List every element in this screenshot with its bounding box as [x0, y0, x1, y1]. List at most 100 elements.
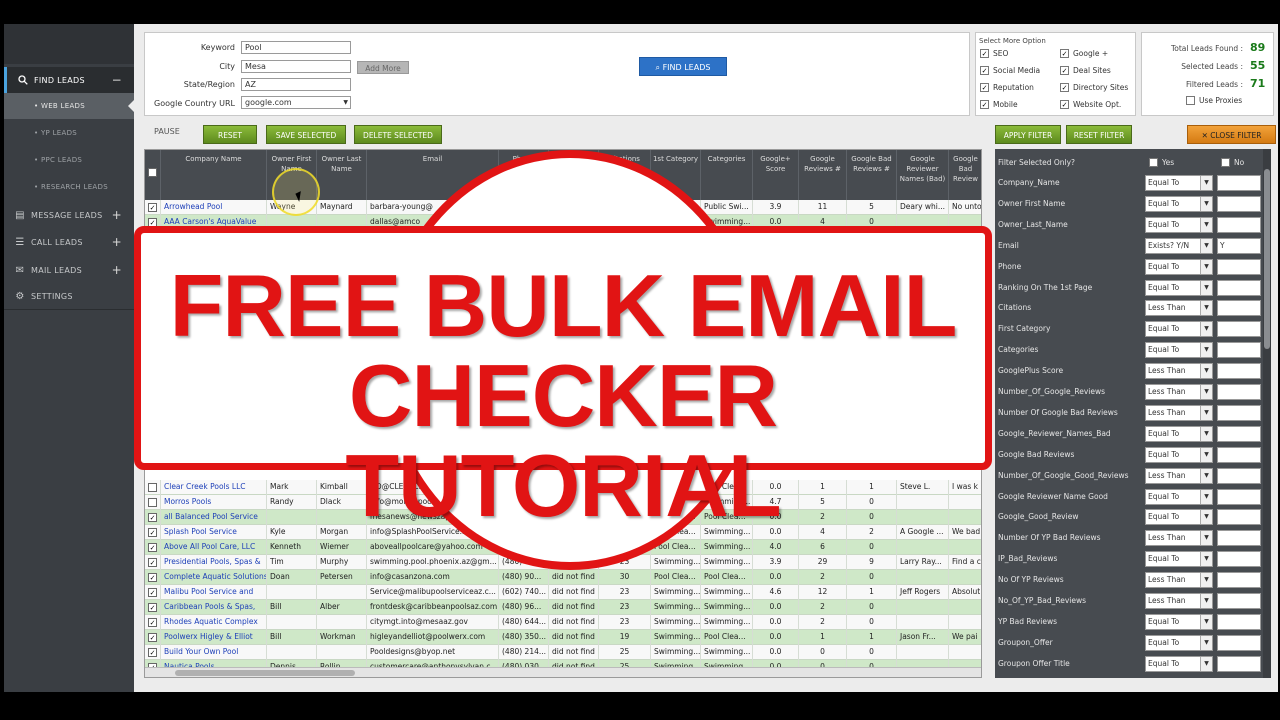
checkbox-checked[interactable]: ✓	[1060, 100, 1069, 109]
checkbox-checked[interactable]: ✓	[1060, 83, 1069, 92]
city-input[interactable]: Mesa	[241, 60, 351, 73]
filter-value-input[interactable]	[1217, 446, 1261, 463]
filter-value-input[interactable]	[1217, 425, 1261, 442]
filter-value-input[interactable]	[1217, 572, 1261, 589]
vertical-scrollbar[interactable]	[1263, 149, 1271, 678]
filter-value-input[interactable]	[1217, 488, 1261, 505]
filter-value-input[interactable]	[1217, 363, 1261, 380]
filter-value-input[interactable]	[1217, 467, 1261, 484]
expand-icon[interactable]: +	[112, 208, 122, 222]
checkbox-checked[interactable]: ✓	[980, 83, 989, 92]
option-seo[interactable]: ✓ SEO	[980, 49, 1008, 58]
table-row[interactable]: ✓ Malibu Pool Service and Service@malibupo…	[145, 585, 981, 600]
filter-operator-select[interactable]: Equal To ▼	[1145, 613, 1213, 630]
filter-value-input[interactable]	[1217, 195, 1261, 212]
filter-value-input[interactable]	[1217, 551, 1261, 568]
checkbox-checked[interactable]: ✓	[148, 618, 157, 627]
filter-operator-select[interactable]: Exists? Y/N ▼	[1145, 237, 1213, 254]
table-row[interactable]: ✓ Caribbean Pools & Spas, Bill Alber frontde…	[145, 600, 981, 615]
filter-value-input[interactable]	[1217, 175, 1261, 191]
checkbox-checked[interactable]: ✓	[1060, 49, 1069, 58]
filter-operator-select[interactable]: Equal To ▼	[1145, 321, 1213, 338]
country-select[interactable]: google.com ▼	[241, 96, 351, 109]
table-row[interactable]: ✓ Poolwerx Higley & Elliot Bill Workman higl…	[145, 630, 981, 645]
option-mobile[interactable]: ✓ Mobile	[980, 100, 1018, 109]
filter-operator-select[interactable]: Less Than ▼	[1145, 384, 1213, 400]
filter-value-input[interactable]: Y	[1217, 237, 1261, 254]
option-google-plus[interactable]: ✓ Google +	[1060, 49, 1108, 58]
expand-icon[interactable]: +	[112, 263, 122, 277]
use-proxies-toggle[interactable]: Use Proxies	[1186, 96, 1242, 105]
sidebar-subitem-yp-leads[interactable]: • YP LEADS	[4, 120, 134, 146]
checkbox-checked[interactable]: ✓	[980, 66, 989, 75]
filter-value-input[interactable]	[1217, 404, 1261, 421]
filter-value-input[interactable]	[1217, 258, 1261, 275]
filter-value-input[interactable]	[1217, 384, 1261, 400]
collapse-icon[interactable]: −	[112, 73, 122, 87]
option-deal-sites[interactable]: ✓ Deal Sites	[1060, 66, 1111, 75]
filter-value-input[interactable]	[1217, 655, 1261, 672]
close-filter-button[interactable]: ✕ CLOSE FILTER	[1187, 125, 1276, 144]
filter-yes-option[interactable]: Yes	[1149, 158, 1174, 167]
save-selected-button[interactable]: SAVE SELECTED	[266, 125, 346, 144]
filter-value-input[interactable]	[1217, 300, 1261, 317]
checkbox-checked[interactable]: ✓	[980, 100, 989, 109]
checkbox-checked[interactable]: ✓	[148, 588, 157, 597]
filter-value-input[interactable]	[1217, 321, 1261, 338]
add-more-button[interactable]: Add More	[357, 61, 409, 74]
sidebar-subitem-research-leads[interactable]: • RESEARCH LEADS	[4, 174, 134, 200]
column-header[interactable]: Categories	[701, 150, 753, 200]
filter-operator-select[interactable]: Equal To ▼	[1145, 195, 1213, 212]
scrollbar-thumb[interactable]	[175, 670, 355, 676]
checkbox-unchecked[interactable]	[1221, 158, 1230, 167]
scrollbar-thumb[interactable]	[1264, 169, 1270, 349]
expand-icon[interactable]: +	[112, 235, 122, 249]
column-header[interactable]: Google+ Score	[753, 150, 799, 200]
reset-button[interactable]: RESET	[203, 125, 257, 144]
option-directory-sites[interactable]: ✓ Directory Sites	[1060, 83, 1128, 92]
filter-operator-select[interactable]: Equal To ▼	[1145, 634, 1213, 651]
filter-value-input[interactable]	[1217, 216, 1261, 233]
column-header[interactable]: Google Bad Reviews #	[847, 150, 897, 200]
sidebar-subitem-web-leads[interactable]: • WEB LEADS	[4, 93, 135, 119]
sidebar-item-settings[interactable]: ⚙ SETTINGS	[4, 284, 134, 310]
filter-value-input[interactable]	[1217, 593, 1261, 609]
keyword-input[interactable]: Pool	[241, 41, 351, 54]
filter-operator-select[interactable]: Equal To ▼	[1145, 279, 1213, 296]
table-row[interactable]: ✓ Complete Aquatic Solutions Doan Petersen i…	[145, 570, 981, 585]
filter-operator-select[interactable]: Less Than ▼	[1145, 404, 1213, 421]
checkbox-checked[interactable]: ✓	[1060, 66, 1069, 75]
filter-operator-select[interactable]: Less Than ▼	[1145, 572, 1213, 589]
header-select-all[interactable]	[145, 150, 161, 200]
checkbox-checked[interactable]: ✓	[148, 573, 157, 582]
column-header[interactable]: Owner Last Name	[317, 150, 367, 200]
checkbox-checked[interactable]: ✓	[148, 648, 157, 657]
sidebar-subitem-ppc-leads[interactable]: • PPC LEADS	[4, 147, 134, 173]
filter-operator-select[interactable]: Less Than ▼	[1145, 530, 1213, 547]
filter-operator-select[interactable]: Equal To ▼	[1145, 258, 1213, 275]
filter-no-option[interactable]: No	[1221, 158, 1244, 167]
checkbox-unchecked[interactable]	[1186, 96, 1195, 105]
filter-operator-select[interactable]: Less Than ▼	[1145, 300, 1213, 317]
delete-selected-button[interactable]: DELETE SELECTED	[354, 125, 442, 144]
option-social-media[interactable]: ✓ Social Media	[980, 66, 1040, 75]
filter-operator-select[interactable]: Equal To ▼	[1145, 509, 1213, 526]
checkbox-checked[interactable]: ✓	[148, 603, 157, 612]
filter-value-input[interactable]	[1217, 342, 1261, 359]
apply-filter-button[interactable]: APPLY FILTER	[995, 125, 1061, 144]
sidebar-item-message-leads[interactable]: ▤ MESSAGE LEADS +	[4, 202, 134, 228]
filter-operator-select[interactable]: Equal To ▼	[1145, 655, 1213, 672]
sidebar-item-call-leads[interactable]: ☰ CALL LEADS +	[4, 229, 134, 255]
filter-value-input[interactable]	[1217, 634, 1261, 651]
sidebar-item-find-leads[interactable]: FIND LEADS −	[4, 67, 134, 93]
column-header[interactable]: Google Bad Review	[949, 150, 981, 200]
checkbox-unchecked[interactable]	[1149, 158, 1158, 167]
filter-value-input[interactable]	[1217, 613, 1261, 630]
filter-operator-select[interactable]: Equal To ▼	[1145, 446, 1213, 463]
column-header[interactable]: Company Name	[161, 150, 267, 200]
filter-operator-select[interactable]: Less Than ▼	[1145, 363, 1213, 380]
checkbox-checked[interactable]: ✓	[980, 49, 989, 58]
filter-value-input[interactable]	[1217, 279, 1261, 296]
option-reputation[interactable]: ✓ Reputation	[980, 83, 1034, 92]
sidebar-item-mail-leads[interactable]: ✉ MAIL LEADS +	[4, 257, 134, 283]
